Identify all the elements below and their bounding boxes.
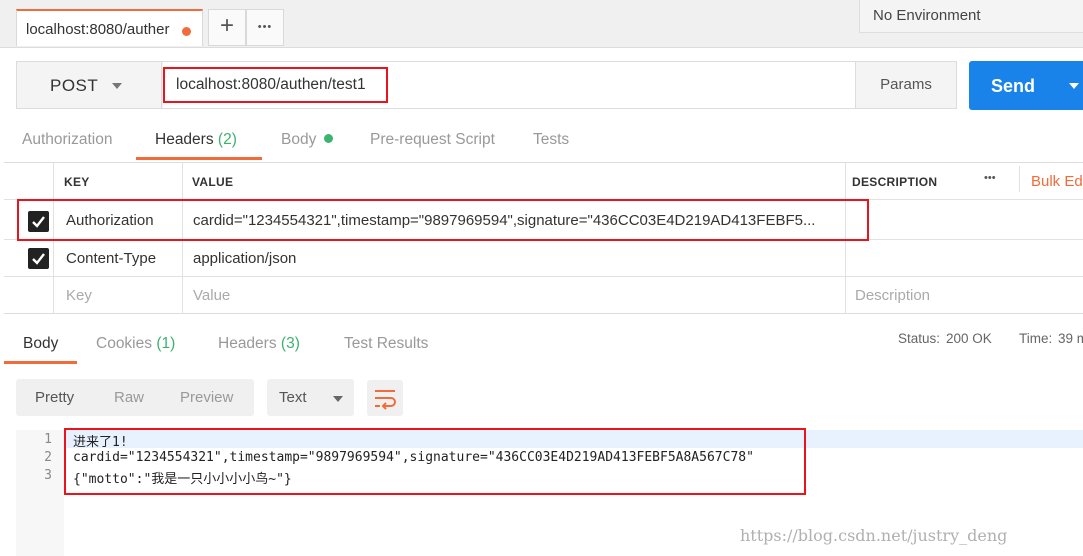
response-highlight-box: [64, 428, 806, 495]
response-tab-cookies-count: (1): [156, 335, 176, 352]
body-indicator-dot-icon: [323, 134, 333, 143]
time-label: Time:: [1019, 331, 1053, 346]
description-input[interactable]: Description: [855, 287, 930, 304]
tab-headers[interactable]: Headers (2): [155, 131, 237, 149]
method-dropdown[interactable]: POST: [16, 61, 162, 109]
response-tab-cookies[interactable]: Cookies (1): [96, 335, 175, 353]
column-header-value: VALUE: [192, 175, 234, 189]
chevron-down-icon[interactable]: [1069, 83, 1079, 89]
tab-tests[interactable]: Tests: [533, 131, 569, 149]
unsaved-dot-icon: [182, 27, 191, 36]
new-tab-button[interactable]: +: [208, 9, 246, 46]
column-header-key: KEY: [64, 175, 90, 189]
wrap-lines-button[interactable]: [367, 380, 403, 416]
column-header-description: DESCRIPTION: [852, 175, 938, 189]
watermark: https://blog.csdn.net/justry_deng: [740, 526, 1008, 545]
tab-authorization[interactable]: Authorization: [22, 131, 112, 149]
view-mode-group: Pretty Raw Preview: [16, 379, 254, 416]
preview-button[interactable]: Preview: [180, 389, 233, 406]
more-tabs-button[interactable]: •••: [246, 9, 284, 46]
column-divider: [1019, 166, 1020, 192]
tab-headers-count: (2): [217, 131, 237, 148]
key-input[interactable]: Key: [66, 287, 92, 304]
table-divider: [4, 276, 1083, 277]
tab-body-label: Body: [281, 131, 317, 148]
format-dropdown[interactable]: Text: [267, 379, 354, 416]
table-more-button[interactable]: •••: [984, 172, 996, 184]
authorization-row-highlight-box: [17, 199, 869, 241]
bulk-edit-link[interactable]: Bulk Edit: [1031, 173, 1083, 190]
response-tab-body[interactable]: Body: [23, 335, 58, 353]
status-label: Status:: [898, 331, 941, 346]
active-response-tab-indicator: [4, 361, 77, 364]
wrap-lines-icon: [375, 390, 396, 410]
send-button[interactable]: Send: [969, 61, 1083, 110]
time-value: 39 ms: [1058, 331, 1083, 346]
params-button[interactable]: Params: [855, 62, 956, 108]
tab-prerequest-script[interactable]: Pre-request Script: [370, 131, 495, 149]
method-label: POST: [50, 76, 99, 95]
pretty-button[interactable]: Pretty: [35, 389, 74, 406]
status-value: 200 OK: [946, 331, 992, 346]
raw-button[interactable]: Raw: [114, 389, 144, 406]
response-tab-headers[interactable]: Headers (3): [218, 335, 300, 353]
chevron-down-icon: [333, 396, 343, 402]
response-tab-test-results[interactable]: Test Results: [344, 335, 428, 353]
line-number: 3: [44, 468, 52, 483]
line-number: 1: [44, 432, 52, 447]
environment-selector[interactable]: No Environment: [859, 0, 1083, 33]
request-tab[interactable]: localhost:8080/auther: [16, 9, 203, 46]
tab-headers-label: Headers: [155, 131, 214, 148]
send-label: Send: [991, 76, 1036, 96]
url-highlight-box: [163, 67, 388, 103]
tab-body[interactable]: Body: [281, 131, 333, 149]
header-key[interactable]: Content-Type: [66, 250, 156, 267]
line-number: 2: [44, 450, 52, 465]
chevron-down-icon: [112, 83, 122, 89]
format-label: Text: [279, 389, 307, 406]
header-row-checkbox[interactable]: [28, 248, 49, 269]
value-input[interactable]: Value: [193, 287, 230, 304]
request-tab-title: localhost:8080/auther: [26, 21, 170, 38]
header-value[interactable]: application/json: [193, 250, 296, 267]
response-tab-headers-count: (3): [280, 335, 300, 352]
line-number-gutter: [16, 430, 64, 556]
response-tab-headers-label: Headers: [218, 335, 277, 352]
response-tab-cookies-label: Cookies: [96, 335, 152, 352]
active-tab-indicator: [136, 157, 262, 160]
